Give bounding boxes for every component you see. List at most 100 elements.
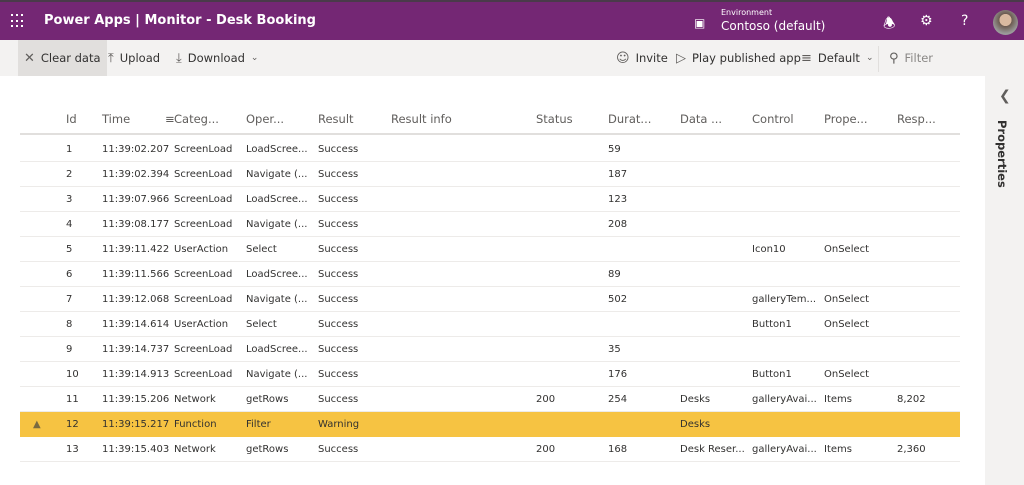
column-header-operation[interactable]: Oper... <box>246 112 284 126</box>
cell-control: Icon10 <box>752 244 786 255</box>
play-published-app-button[interactable]: ▷ Play published app <box>670 40 807 76</box>
cell-result: Warning <box>318 419 360 430</box>
cell-category: ScreenLoad <box>174 144 233 155</box>
cell-id: 3 <box>66 194 73 205</box>
table-row[interactable]: 2 11:39:02.394 ScreenLoad Navigate (... Succ… <box>20 162 960 187</box>
app-title: Power Apps | Monitor - Desk Booking <box>44 13 316 28</box>
cell-category: Network <box>174 394 216 405</box>
cell-category: Function <box>174 419 217 430</box>
cell-operation: getRows <box>246 394 289 405</box>
cell-result: Success <box>318 294 359 305</box>
cell-result: Success <box>318 269 359 280</box>
cell-duration: 59 <box>608 144 621 155</box>
table-row[interactable]: 5 11:39:11.422 UserAction Select Success Icon… <box>20 237 960 262</box>
invite-label: Invite <box>635 51 668 65</box>
cell-category: UserAction <box>174 244 229 255</box>
table-row[interactable]: 8 11:39:14.614 UserAction Select Success Butt… <box>20 312 960 337</box>
cell-category: ScreenLoad <box>174 369 233 380</box>
chevron-down-icon: ⌄ <box>250 53 259 63</box>
column-header-result[interactable]: Result <box>318 112 354 126</box>
column-header-category[interactable]: Categ... <box>174 112 219 126</box>
cell-operation: Navigate (... <box>246 294 308 305</box>
cell-data: Desks <box>680 419 711 430</box>
view-dropdown[interactable]: ≡ Default ⌄ <box>795 40 879 76</box>
properties-panel[interactable]: ❮ Properties <box>985 76 1024 485</box>
search-icon: ⚲ <box>889 50 899 66</box>
cell-time: 11:39:15.206 <box>102 394 170 405</box>
grid-header: ≡ Id Time Categ... Oper... Result Result info S… <box>20 108 960 135</box>
play-label: Play published app <box>692 51 801 65</box>
column-header-id[interactable]: Id <box>66 112 77 126</box>
table-row[interactable]: 9 11:39:14.737 ScreenLoad LoadScree... Succe… <box>20 337 960 362</box>
table-row[interactable]: 3 11:39:07.966 ScreenLoad LoadScree... Succe… <box>20 187 960 212</box>
cell-property: Items <box>824 394 852 405</box>
cell-operation: Navigate (... <box>246 169 308 180</box>
cell-id: 5 <box>66 244 73 255</box>
cell-result: Success <box>318 319 359 330</box>
column-header-control[interactable]: Control <box>752 112 794 126</box>
table-row[interactable]: 4 11:39:08.177 ScreenLoad Navigate (... Succ… <box>20 212 960 237</box>
column-header-property[interactable]: Prope... <box>824 112 868 126</box>
upload-icon: ⤒ <box>108 50 114 66</box>
column-header-response[interactable]: Resp... <box>897 112 936 126</box>
cell-operation: Select <box>246 319 277 330</box>
column-header-duration[interactable]: Durat... <box>608 112 651 126</box>
avatar[interactable] <box>993 10 1018 35</box>
view-label: Default <box>817 51 860 65</box>
filter-input[interactable]: ⚲ Filter <box>883 40 939 76</box>
help-icon[interactable]: ? <box>961 13 968 29</box>
download-label: Download <box>187 51 245 65</box>
cell-data: Desk Reser... <box>680 444 745 455</box>
cell-id: 9 <box>66 344 73 355</box>
upload-button[interactable]: ⤒ Upload <box>102 40 166 76</box>
app-name: Power Apps <box>44 13 131 28</box>
cell-id: 10 <box>66 369 79 380</box>
table-row[interactable]: 7 11:39:12.068 ScreenLoad Navigate (... Succ… <box>20 287 960 312</box>
cell-time: 11:39:15.403 <box>102 444 170 455</box>
cell-duration: 208 <box>608 219 628 230</box>
table-row[interactable]: 11 11:39:15.206 Network getRows Success 200 25… <box>20 387 960 412</box>
cell-operation: LoadScree... <box>246 194 308 205</box>
cell-duration: 123 <box>608 194 628 205</box>
upload-label: Upload <box>119 51 161 65</box>
table-row[interactable]: 1 11:39:02.207 ScreenLoad LoadScree... Succe… <box>20 137 960 162</box>
cell-category: ScreenLoad <box>174 269 233 280</box>
invite-button[interactable]: ☺ Invite <box>610 40 674 76</box>
cell-time: 11:39:12.068 <box>102 294 170 305</box>
settings-gear-icon[interactable]: ⚙ <box>920 13 933 29</box>
cell-status: 200 <box>536 444 556 455</box>
cell-category: Network <box>174 444 216 455</box>
person-add-icon: ☺ <box>616 50 630 66</box>
column-header-time[interactable]: Time <box>102 112 130 126</box>
column-header-data[interactable]: Data ... <box>680 112 722 126</box>
chevron-left-icon[interactable]: ❮ <box>999 88 1011 104</box>
cell-result: Success <box>318 444 359 455</box>
toolbar-divider <box>878 46 879 72</box>
cell-property: OnSelect <box>824 319 870 330</box>
cell-operation: getRows <box>246 444 289 455</box>
cell-time: 11:39:02.394 <box>102 169 170 180</box>
table-row[interactable]: 10 11:39:14.913 ScreenLoad Navigate (... Suc… <box>20 362 960 387</box>
app-launcher-icon[interactable] <box>11 14 25 28</box>
cell-operation: LoadScree... <box>246 144 308 155</box>
download-button[interactable]: ⤓ Download ⌄ <box>170 40 264 76</box>
table-row[interactable]: 13 11:39:15.403 Network getRows Success 200 16… <box>20 437 960 462</box>
cell-control: galleryAvai... <box>752 394 817 405</box>
cell-category: ScreenLoad <box>174 169 233 180</box>
cell-operation: Select <box>246 244 277 255</box>
column-header-status[interactable]: Status <box>536 112 573 126</box>
table-row[interactable]: 6 11:39:11.566 ScreenLoad LoadScree... Succe… <box>20 262 960 287</box>
cell-id: 4 <box>66 219 73 230</box>
cell-id: 6 <box>66 269 73 280</box>
top-bar: Power Apps | Monitor - Desk Booking ▣ En… <box>0 0 1024 40</box>
clear-data-button[interactable]: ✕ Clear data <box>18 40 107 76</box>
notifications-bell-icon[interactable]: 🕭︎ <box>883 13 896 37</box>
column-header-result-info[interactable]: Result info <box>391 112 452 126</box>
warning-icon: ▲ <box>33 419 41 430</box>
cell-control: Button1 <box>752 369 792 380</box>
cell-duration: 254 <box>608 394 628 405</box>
cell-time: 11:39:07.966 <box>102 194 170 205</box>
cell-operation: LoadScree... <box>246 344 308 355</box>
play-icon: ▷ <box>676 50 686 66</box>
table-row[interactable]: ▲ 12 11:39:15.217 Function Filter Warning Desk… <box>20 412 960 437</box>
